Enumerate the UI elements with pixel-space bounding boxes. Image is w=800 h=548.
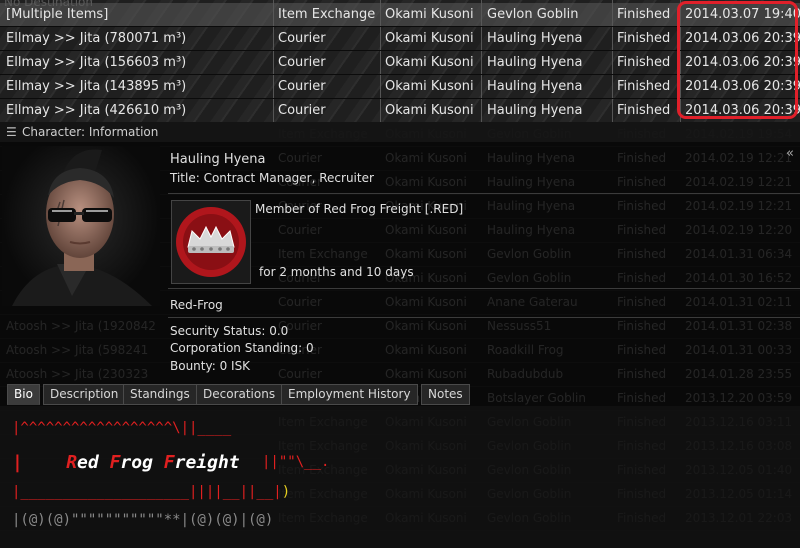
contract-item: Ellmay >> Jita (780071 m³) [6, 31, 187, 46]
contract-status: Finished [617, 103, 671, 118]
tab-notes[interactable]: Notes [421, 384, 470, 405]
divider [168, 317, 800, 318]
tab-decorations[interactable]: Decorations [196, 384, 283, 405]
corporation-standing: Corporation Standing: 0 [170, 341, 314, 355]
bio-ascii-line: |^^^^^^^^^^^^^^^^^^\||____ [12, 420, 232, 436]
alliance-name[interactable]: Red-Frog [170, 298, 223, 312]
contract-item: [Multiple Items] [6, 7, 109, 22]
contract-type: Courier [278, 103, 326, 118]
contract-status: Finished [617, 55, 671, 70]
bio-ascii-text: F [163, 452, 175, 473]
contract-acceptor: Hauling Hyena [487, 31, 583, 46]
corporation-logo[interactable] [171, 200, 251, 284]
divider [168, 288, 800, 289]
contract-issuer: Okami Kusoni [385, 55, 474, 70]
tab-bar: Bio Description Standings Decorations Em… [0, 381, 800, 406]
divider [168, 193, 800, 194]
bio-ascii-text: reight [174, 452, 240, 473]
bio-ascii-logo-line: | Red Frog Freight [12, 452, 240, 473]
bio-ascii-text: ||""\__. [262, 454, 330, 470]
contract-status: Finished [617, 79, 671, 94]
bio-ascii-text: ) [281, 484, 291, 500]
contract-acceptor: Hauling Hyena [487, 55, 583, 70]
bio-ascii-text: |____________________||||__||__| [12, 484, 282, 500]
bio-ascii-text: rog [120, 452, 164, 473]
corporation-membership[interactable]: Member of Red Frog Freight [.RED] [255, 202, 463, 216]
date-highlight-circle [677, 1, 798, 119]
window-title-bar[interactable]: ☰ Character: Information [0, 122, 800, 142]
tab-description[interactable]: Description [43, 384, 126, 405]
bio-ascii-text: ||""\__. [262, 454, 329, 470]
contract-item: Ellmay >> Jita (156603 m³) [6, 55, 187, 70]
contract-status: Finished [617, 31, 671, 46]
contract-type: Courier [278, 55, 326, 70]
contract-type: Courier [278, 31, 326, 46]
contract-issuer: Okami Kusoni [385, 79, 474, 94]
tab-bio[interactable]: Bio [7, 384, 40, 405]
bio-panel: |^^^^^^^^^^^^^^^^^^\||____ | Red Frog Fr… [0, 406, 800, 548]
bio-ascii-line: |(@)(@)"""""""""""**|(@)(@)|(@) [12, 512, 274, 528]
tab-standings[interactable]: Standings [123, 384, 197, 405]
contract-issuer: Okami Kusoni [385, 7, 474, 22]
character-title: Title: Contract Manager, Recruiter [170, 171, 374, 185]
contract-status: Finished [617, 7, 671, 22]
contract-type: Item Exchange [278, 7, 376, 22]
bio-ascii-text: ed [77, 452, 110, 473]
bounty: Bounty: 0 ISK [170, 359, 251, 373]
contract-type: Courier [278, 79, 326, 94]
contract-acceptor: Hauling Hyena [487, 103, 583, 118]
bio-ascii-text: | [12, 452, 23, 473]
bio-ascii-text: F [109, 452, 121, 473]
contract-item: Ellmay >> Jita (426610 m³) [6, 103, 187, 118]
bio-ascii-text: R [66, 452, 78, 473]
bio-ascii-line: |____________________||||__||__|) [12, 484, 290, 500]
security-status: Security Status: 0.0 [170, 324, 289, 338]
contract-acceptor: Hauling Hyena [487, 79, 583, 94]
character-name[interactable]: Hauling Hyena [170, 152, 266, 167]
tab-employment-history[interactable]: Employment History [281, 384, 418, 405]
menu-icon[interactable]: ☰ [6, 125, 17, 139]
contract-issuer: Okami Kusoni [385, 103, 474, 118]
contract-acceptor: Gevlon Goblin [487, 7, 579, 22]
window-title: Character: Information [22, 125, 159, 139]
membership-duration: for 2 months and 10 days [259, 265, 414, 279]
contract-item: Ellmay >> Jita (143895 m³) [6, 79, 187, 94]
character-portrait [2, 146, 160, 306]
contract-issuer: Okami Kusoni [385, 31, 474, 46]
collapse-icon[interactable]: « [786, 146, 794, 161]
